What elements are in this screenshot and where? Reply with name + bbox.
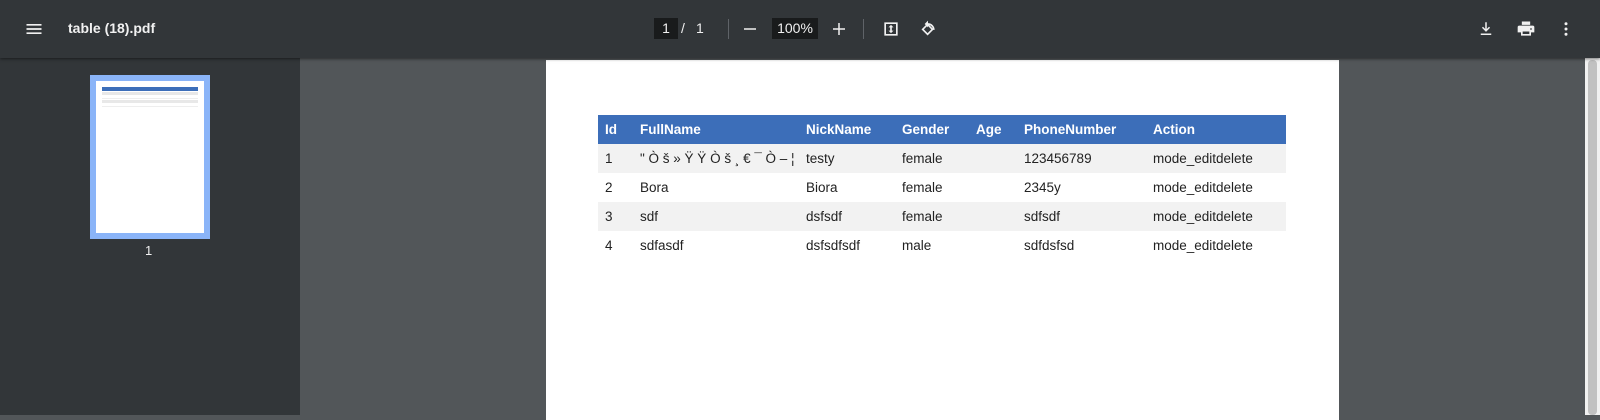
zoom-level-input[interactable]: 100% [772, 18, 818, 39]
rotate-icon [921, 20, 935, 36]
total-pages: 1 [696, 20, 704, 36]
more-vert-icon [1564, 22, 1568, 36]
document-title: table (18).pdf [68, 20, 156, 36]
page-number-input[interactable]: 1 [654, 18, 678, 39]
cell-nickname: Biora [799, 173, 895, 202]
cell-id: 4 [598, 231, 633, 260]
document-viewer: Id FullName NickName Gender Age PhoneNum… [300, 58, 1585, 420]
table-row: 1 " Ò š » Ÿ Ÿ Ò š ¸ € ¯ Ò – ¦ testy fema… [598, 144, 1286, 173]
cell-action: mode_editdelete [1146, 173, 1286, 202]
scrollbar-thumb[interactable] [1588, 60, 1597, 415]
cell-gender: female [895, 202, 969, 231]
header-id: Id [598, 115, 633, 144]
zoom-in-button[interactable] [822, 12, 856, 46]
toolbar-divider [863, 19, 864, 39]
print-icon [1517, 21, 1535, 36]
cell-nickname: dsfsdf [799, 202, 895, 231]
cell-fullname: Bora [633, 173, 799, 202]
cell-action: mode_editdelete [1146, 202, 1286, 231]
cell-age [969, 202, 1017, 231]
fit-to-page-button[interactable] [874, 12, 908, 46]
cell-gender: male [895, 231, 969, 260]
thumbnail-preview [102, 87, 198, 107]
header-age: Age [969, 115, 1017, 144]
cell-id: 1 [598, 144, 633, 173]
cell-action: mode_editdelete [1146, 144, 1286, 173]
cell-id: 3 [598, 202, 633, 231]
cell-action: mode_editdelete [1146, 231, 1286, 260]
more-options-button[interactable] [1549, 12, 1583, 46]
table-header-row: Id FullName NickName Gender Age PhoneNum… [598, 115, 1286, 144]
pdf-toolbar: table (18).pdf 1 / 1 100% [0, 0, 1600, 58]
thumbnail-sidebar: 1 [0, 58, 300, 415]
cell-phonenumber: sdfdsfsd [1017, 231, 1146, 260]
cell-nickname: testy [799, 144, 895, 173]
cell-gender: female [895, 144, 969, 173]
header-phonenumber: PhoneNumber [1017, 115, 1146, 144]
pdf-page: Id FullName NickName Gender Age PhoneNum… [546, 60, 1339, 420]
menu-button[interactable] [17, 12, 51, 46]
header-gender: Gender [895, 115, 969, 144]
rotate-button[interactable] [911, 12, 945, 46]
cell-phonenumber: 2345y [1017, 173, 1146, 202]
header-action: Action [1146, 115, 1286, 144]
cell-id: 2 [598, 173, 633, 202]
menu-icon [26, 24, 42, 34]
cell-phonenumber: sdfsdf [1017, 202, 1146, 231]
vertical-scrollbar[interactable] [1585, 58, 1600, 415]
cell-fullname: " Ò š » Ÿ Ÿ Ò š ¸ € ¯ Ò – ¦ [633, 144, 799, 173]
print-button[interactable] [1509, 12, 1543, 46]
cell-gender: female [895, 173, 969, 202]
table-row: 3 sdf dsfsdf female sdfsdf mode_editdele… [598, 202, 1286, 231]
header-nickname: NickName [799, 115, 895, 144]
thumbnail-page-number: 1 [145, 243, 153, 258]
page-thumbnail[interactable] [90, 75, 210, 239]
minus-icon [744, 28, 756, 30]
page-separator: / [681, 20, 685, 36]
data-table: Id FullName NickName Gender Age PhoneNum… [598, 115, 1286, 260]
toolbar-divider [728, 19, 729, 39]
cell-age [969, 173, 1017, 202]
download-icon [1480, 22, 1492, 35]
cell-fullname: sdfasdf [633, 231, 799, 260]
cell-fullname: sdf [633, 202, 799, 231]
cell-phonenumber: 123456789 [1017, 144, 1146, 173]
table-row: 4 sdfasdf dsfsdfsdf male sdfdsfsd mode_e… [598, 231, 1286, 260]
cell-age [969, 231, 1017, 260]
cell-nickname: dsfsdfsdf [799, 231, 895, 260]
fit-to-page-icon [884, 22, 898, 36]
download-button[interactable] [1469, 12, 1503, 46]
table-row: 2 Bora Biora female 2345y mode_editdelet… [598, 173, 1286, 202]
cell-age [969, 144, 1017, 173]
header-fullname: FullName [633, 115, 799, 144]
plus-icon [833, 23, 845, 35]
zoom-out-button[interactable] [733, 12, 767, 46]
